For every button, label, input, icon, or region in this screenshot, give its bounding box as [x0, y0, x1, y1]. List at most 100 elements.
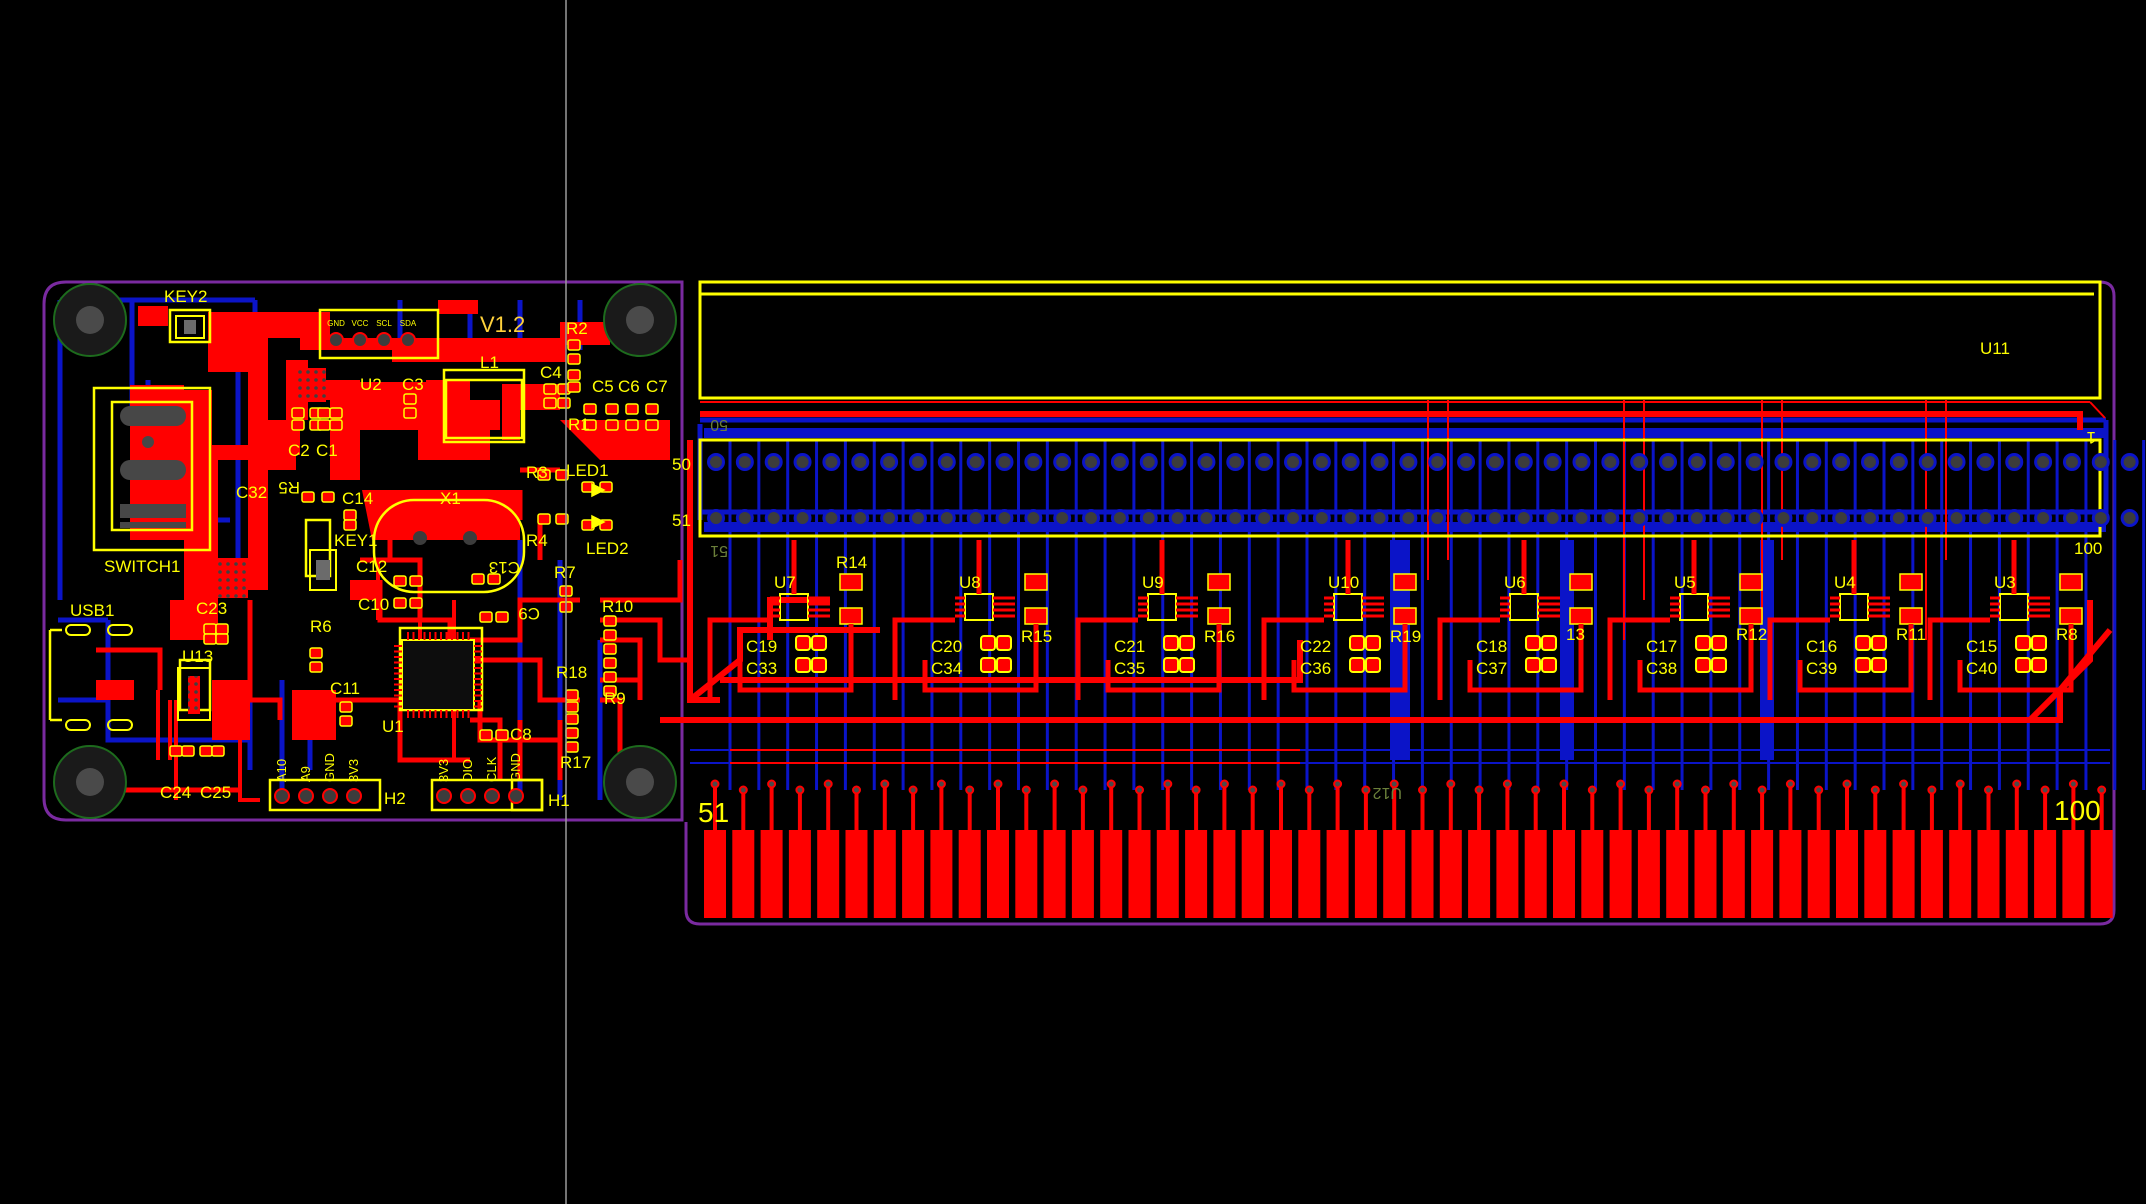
header-pin[interactable] — [508, 788, 524, 804]
header-pin[interactable] — [346, 788, 362, 804]
finger-via — [1842, 779, 1852, 789]
header-pin[interactable] — [352, 332, 368, 348]
connector-pin-hole — [1543, 509, 1562, 527]
finger-via — [1701, 785, 1710, 795]
finger-via — [1984, 785, 1993, 795]
label-c8: C8 — [510, 725, 532, 744]
smd-pad — [479, 611, 493, 623]
driver-chip-label: U5 — [1674, 573, 1696, 592]
u1-mcu-body[interactable] — [401, 639, 475, 711]
finger-via — [993, 779, 1003, 789]
smd-pad — [343, 509, 357, 521]
finger-via — [1248, 785, 1258, 795]
header-pin[interactable] — [376, 332, 392, 348]
connector-pin-hole — [1399, 453, 1418, 471]
header-pin-label: 3V3 — [436, 759, 451, 782]
capacitor-pad — [1525, 657, 1541, 673]
connector-pin-100-label: 100 — [2074, 539, 2102, 558]
edge-connector-51-label: 51 — [698, 797, 729, 828]
label-c1: C1 — [316, 441, 338, 460]
finger-via — [1672, 779, 1682, 789]
label-c25: C25 — [200, 783, 231, 802]
smd-pad — [557, 397, 571, 409]
connector-pin-hole — [1659, 453, 1678, 471]
header-pin[interactable] — [328, 332, 344, 348]
finger-via — [1644, 785, 1654, 795]
label-c32: C32 — [236, 483, 267, 502]
gold-finger — [1185, 830, 1208, 918]
connector-pin-hole — [966, 453, 985, 471]
smd-pad — [625, 403, 639, 415]
connector-pin-hole — [2062, 453, 2081, 471]
connector-pin-hole — [793, 509, 812, 527]
finger-via — [1135, 785, 1144, 795]
header-pin[interactable] — [400, 332, 416, 348]
capacitor-pad — [1695, 657, 1711, 673]
header-pin[interactable] — [274, 788, 290, 804]
capacitor-pad — [1349, 657, 1365, 673]
gold-finger — [1326, 830, 1349, 918]
connector-pin-hole — [1082, 453, 1101, 471]
header-pin[interactable] — [298, 788, 314, 804]
capacitor-pad — [1365, 657, 1381, 673]
finger-via — [823, 779, 833, 789]
gold-finger — [1439, 830, 1462, 918]
resistor-pad — [1569, 573, 1593, 591]
capacitor-pad — [1525, 635, 1541, 651]
connector-pin-hole — [1428, 509, 1447, 527]
driver-chip-label: U6 — [1504, 573, 1526, 592]
connector-silk-51-mirrored: 51 — [710, 542, 728, 559]
finger-via — [1163, 779, 1173, 789]
connector-pin-hole — [1976, 453, 1995, 471]
smd-pad — [567, 381, 581, 393]
connector-pin-hole — [1514, 453, 1533, 471]
finger-via — [1927, 785, 1937, 795]
connector-pin-hole — [1082, 509, 1101, 527]
smd-pad — [471, 573, 485, 585]
driver-capacitor-label: C37 — [1476, 659, 1507, 678]
header-pin[interactable] — [322, 788, 338, 804]
capacitor-pad — [1871, 635, 1887, 651]
finger-via — [1078, 785, 1088, 795]
resistor-pad — [1899, 607, 1923, 625]
connector-pin-hole — [1947, 509, 1966, 527]
gold-finger — [1071, 830, 1094, 918]
connector-pin-hole — [1284, 453, 1302, 471]
label-r6: R6 — [310, 617, 332, 636]
finger-via — [936, 779, 946, 789]
driver-capacitor-label: C18 — [1476, 637, 1507, 656]
finger-via — [1814, 785, 1824, 795]
driver-resistor-label: R8 — [2056, 625, 2078, 644]
smd-pad — [603, 629, 617, 641]
pcb-layout-canvas[interactable]: GND VCC SCL SDA A10 A9 GND 3V3 3V3 DIO CLK GND U7… — [0, 0, 2146, 1204]
gold-finger — [1920, 830, 1943, 918]
connector-pin-hole — [1197, 453, 1216, 471]
connector-pin-hole — [851, 509, 870, 527]
resistor-pad — [1739, 607, 1763, 625]
capacitor-pad — [2031, 657, 2047, 673]
connector-pin-hole — [2034, 453, 2053, 471]
connector-pin-hole — [2034, 509, 2053, 527]
capacitor-pad — [811, 657, 827, 673]
resistor-pad — [1899, 573, 1923, 591]
connector-pin-hole — [2091, 453, 2110, 471]
gold-finger — [1864, 830, 1887, 918]
gold-finger — [873, 830, 896, 918]
finger-via — [767, 779, 777, 789]
header-pin[interactable] — [484, 788, 500, 804]
connector-pin-hole — [1139, 453, 1158, 471]
header-pin[interactable] — [460, 788, 476, 804]
header-pin[interactable] — [436, 788, 452, 804]
driver-capacitor-label: C22 — [1300, 637, 1331, 656]
label-c6: C6 — [618, 377, 640, 396]
connector-pin-hole — [1053, 509, 1072, 527]
gold-finger — [1156, 830, 1179, 918]
finger-via — [1587, 785, 1597, 795]
gold-finger — [760, 830, 783, 918]
gold-finger — [1807, 830, 1830, 918]
finger-via — [710, 779, 720, 789]
driver-capacitor-label: C17 — [1646, 637, 1677, 656]
smd-pad — [603, 643, 617, 655]
header-pin-label: VCC — [352, 319, 369, 328]
label-r17: R17 — [560, 753, 591, 772]
